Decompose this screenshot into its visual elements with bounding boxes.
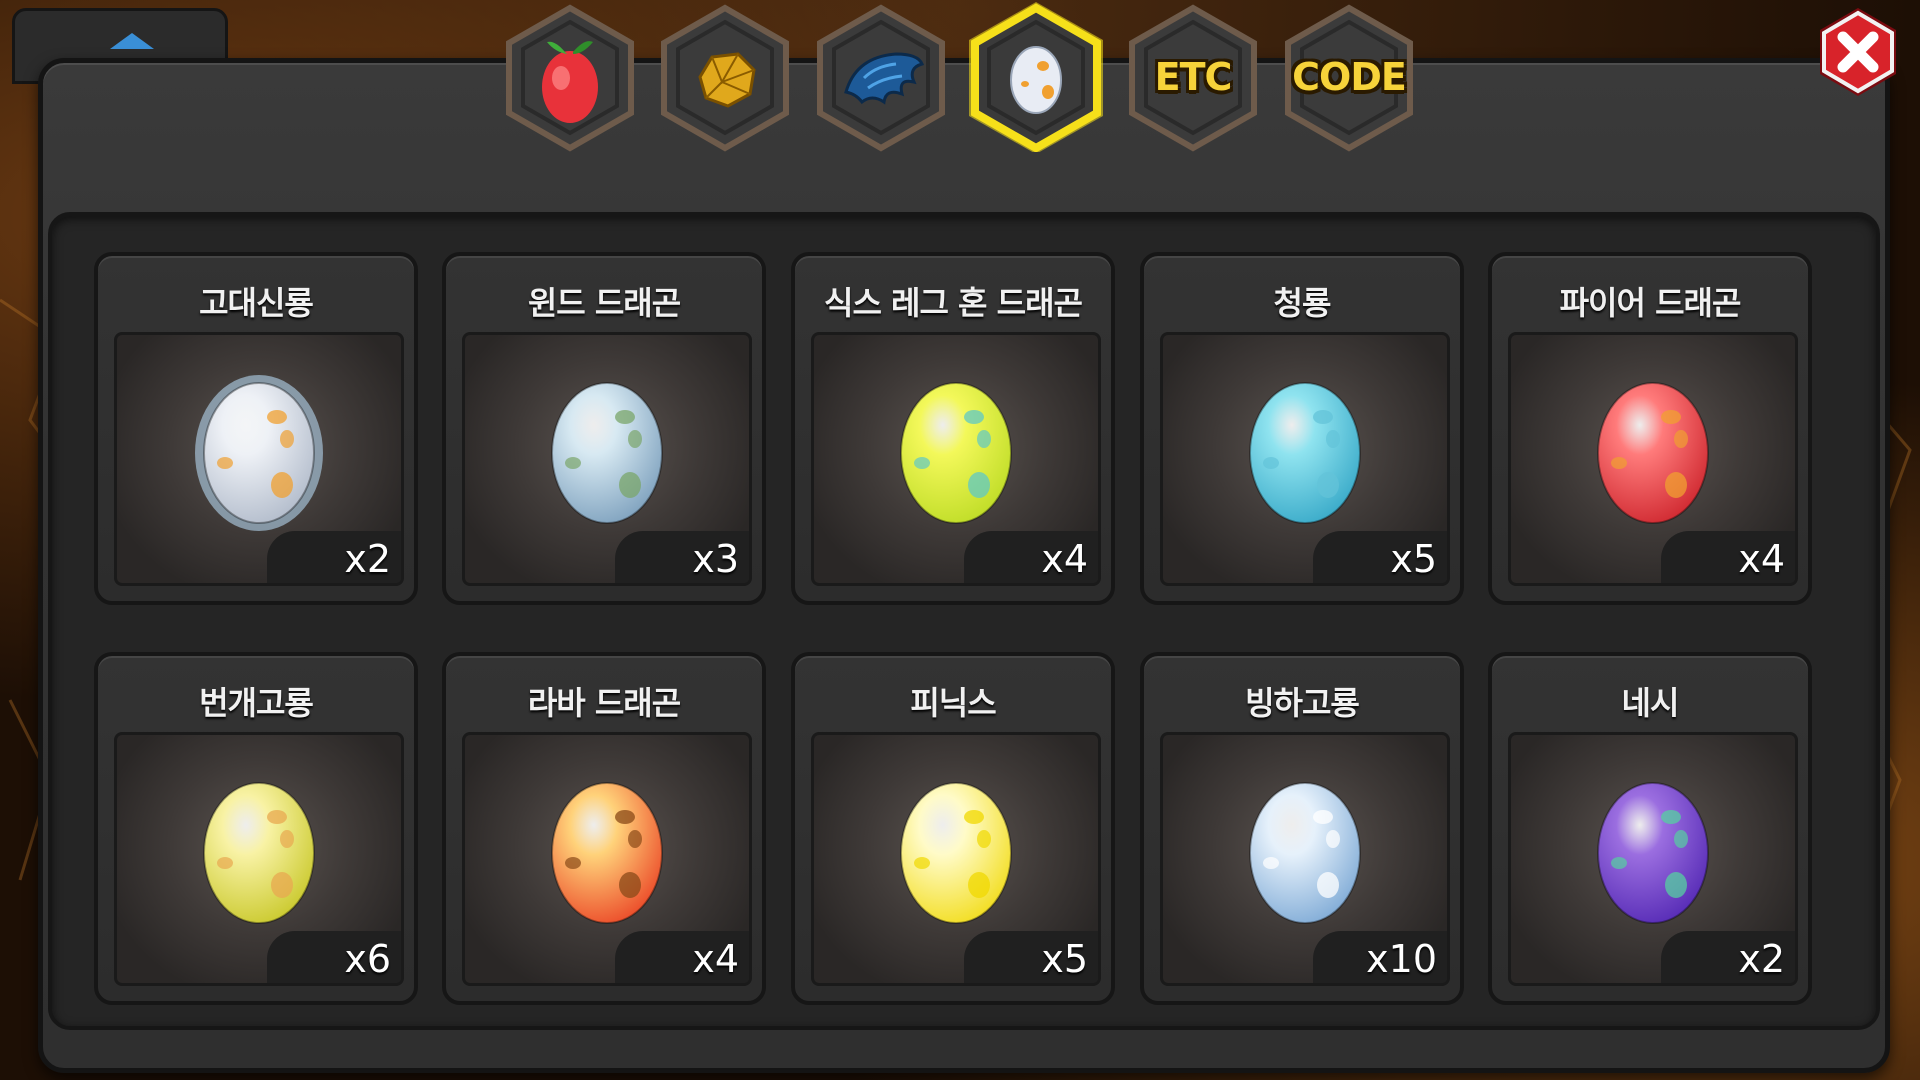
egg-name: 청룡 [1273, 284, 1332, 322]
egg-slot: x4 [811, 332, 1101, 586]
egg-card[interactable]: 윈드 드래곤 x3 [442, 252, 766, 605]
egg-name: 식스 레그 혼 드래곤 [824, 284, 1083, 322]
tab-scale[interactable] [806, 2, 956, 152]
egg-count: x2 [1738, 937, 1785, 981]
egg-icon [961, 2, 1111, 152]
egg-slot: x10 [1160, 732, 1450, 986]
egg-name: 라바 드래곤 [527, 684, 681, 722]
egg-count: x5 [1390, 537, 1437, 581]
egg-card[interactable]: 고대신룡 x2 [94, 252, 418, 605]
dragon-scale-icon [806, 2, 956, 152]
egg-name: 파이어 드래곤 [1559, 284, 1742, 322]
egg-card[interactable]: 피닉스 x5 [791, 652, 1115, 1005]
game-screen: ETC CODE 고대신룡 x2 윈드 드래곤 x3 식스 레그 혼 드래곤 x4 청룡 x5 파… [0, 0, 1920, 1080]
egg-slot: x3 [462, 332, 752, 586]
tab-egg[interactable] [961, 2, 1111, 152]
egg-name: 윈드 드래곤 [527, 284, 681, 322]
egg-card[interactable]: 식스 레그 혼 드래곤 x4 [791, 252, 1115, 605]
egg-slot: x2 [114, 332, 404, 586]
egg-slot: x2 [1508, 732, 1798, 986]
egg-count: x4 [692, 937, 739, 981]
close-icon [1820, 8, 1896, 96]
egg-name: 빙하고룡 [1245, 684, 1360, 722]
egg-name: 피닉스 [910, 684, 996, 722]
fruit-icon [495, 2, 645, 152]
egg-name: 네시 [1621, 684, 1680, 722]
egg-name: 고대신룡 [199, 284, 314, 322]
tab-etc[interactable]: ETC [1118, 2, 1268, 152]
egg-card[interactable]: 파이어 드래곤 x4 [1488, 252, 1812, 605]
egg-slot: x4 [462, 732, 752, 986]
egg-slot: x4 [1508, 332, 1798, 586]
egg-card[interactable]: 네시 x2 [1488, 652, 1812, 1005]
tab-code[interactable]: CODE [1274, 2, 1424, 152]
egg-card[interactable]: 번개고룡 x6 [94, 652, 418, 1005]
egg-slot: x6 [114, 732, 404, 986]
egg-count: x6 [344, 937, 391, 981]
egg-count: x4 [1041, 537, 1088, 581]
egg-count: x3 [692, 537, 739, 581]
egg-slot: x5 [1160, 332, 1450, 586]
gold-ore-icon [650, 2, 800, 152]
close-button[interactable] [1810, 4, 1906, 100]
arrow-up-icon [110, 33, 154, 49]
tab-label: ETC [1154, 55, 1233, 99]
egg-card[interactable]: 청룡 x5 [1140, 252, 1464, 605]
egg-count: x2 [344, 537, 391, 581]
egg-count: x10 [1366, 937, 1437, 981]
egg-slot: x5 [811, 732, 1101, 986]
tab-ore[interactable] [650, 2, 800, 152]
egg-card[interactable]: 라바 드래곤 x4 [442, 652, 766, 1005]
tab-fruit[interactable] [495, 2, 645, 152]
egg-card[interactable]: 빙하고룡 x10 [1140, 652, 1464, 1005]
egg-name: 번개고룡 [199, 684, 314, 722]
egg-count: x5 [1041, 937, 1088, 981]
egg-count: x4 [1738, 537, 1785, 581]
tab-label: CODE [1292, 55, 1407, 99]
